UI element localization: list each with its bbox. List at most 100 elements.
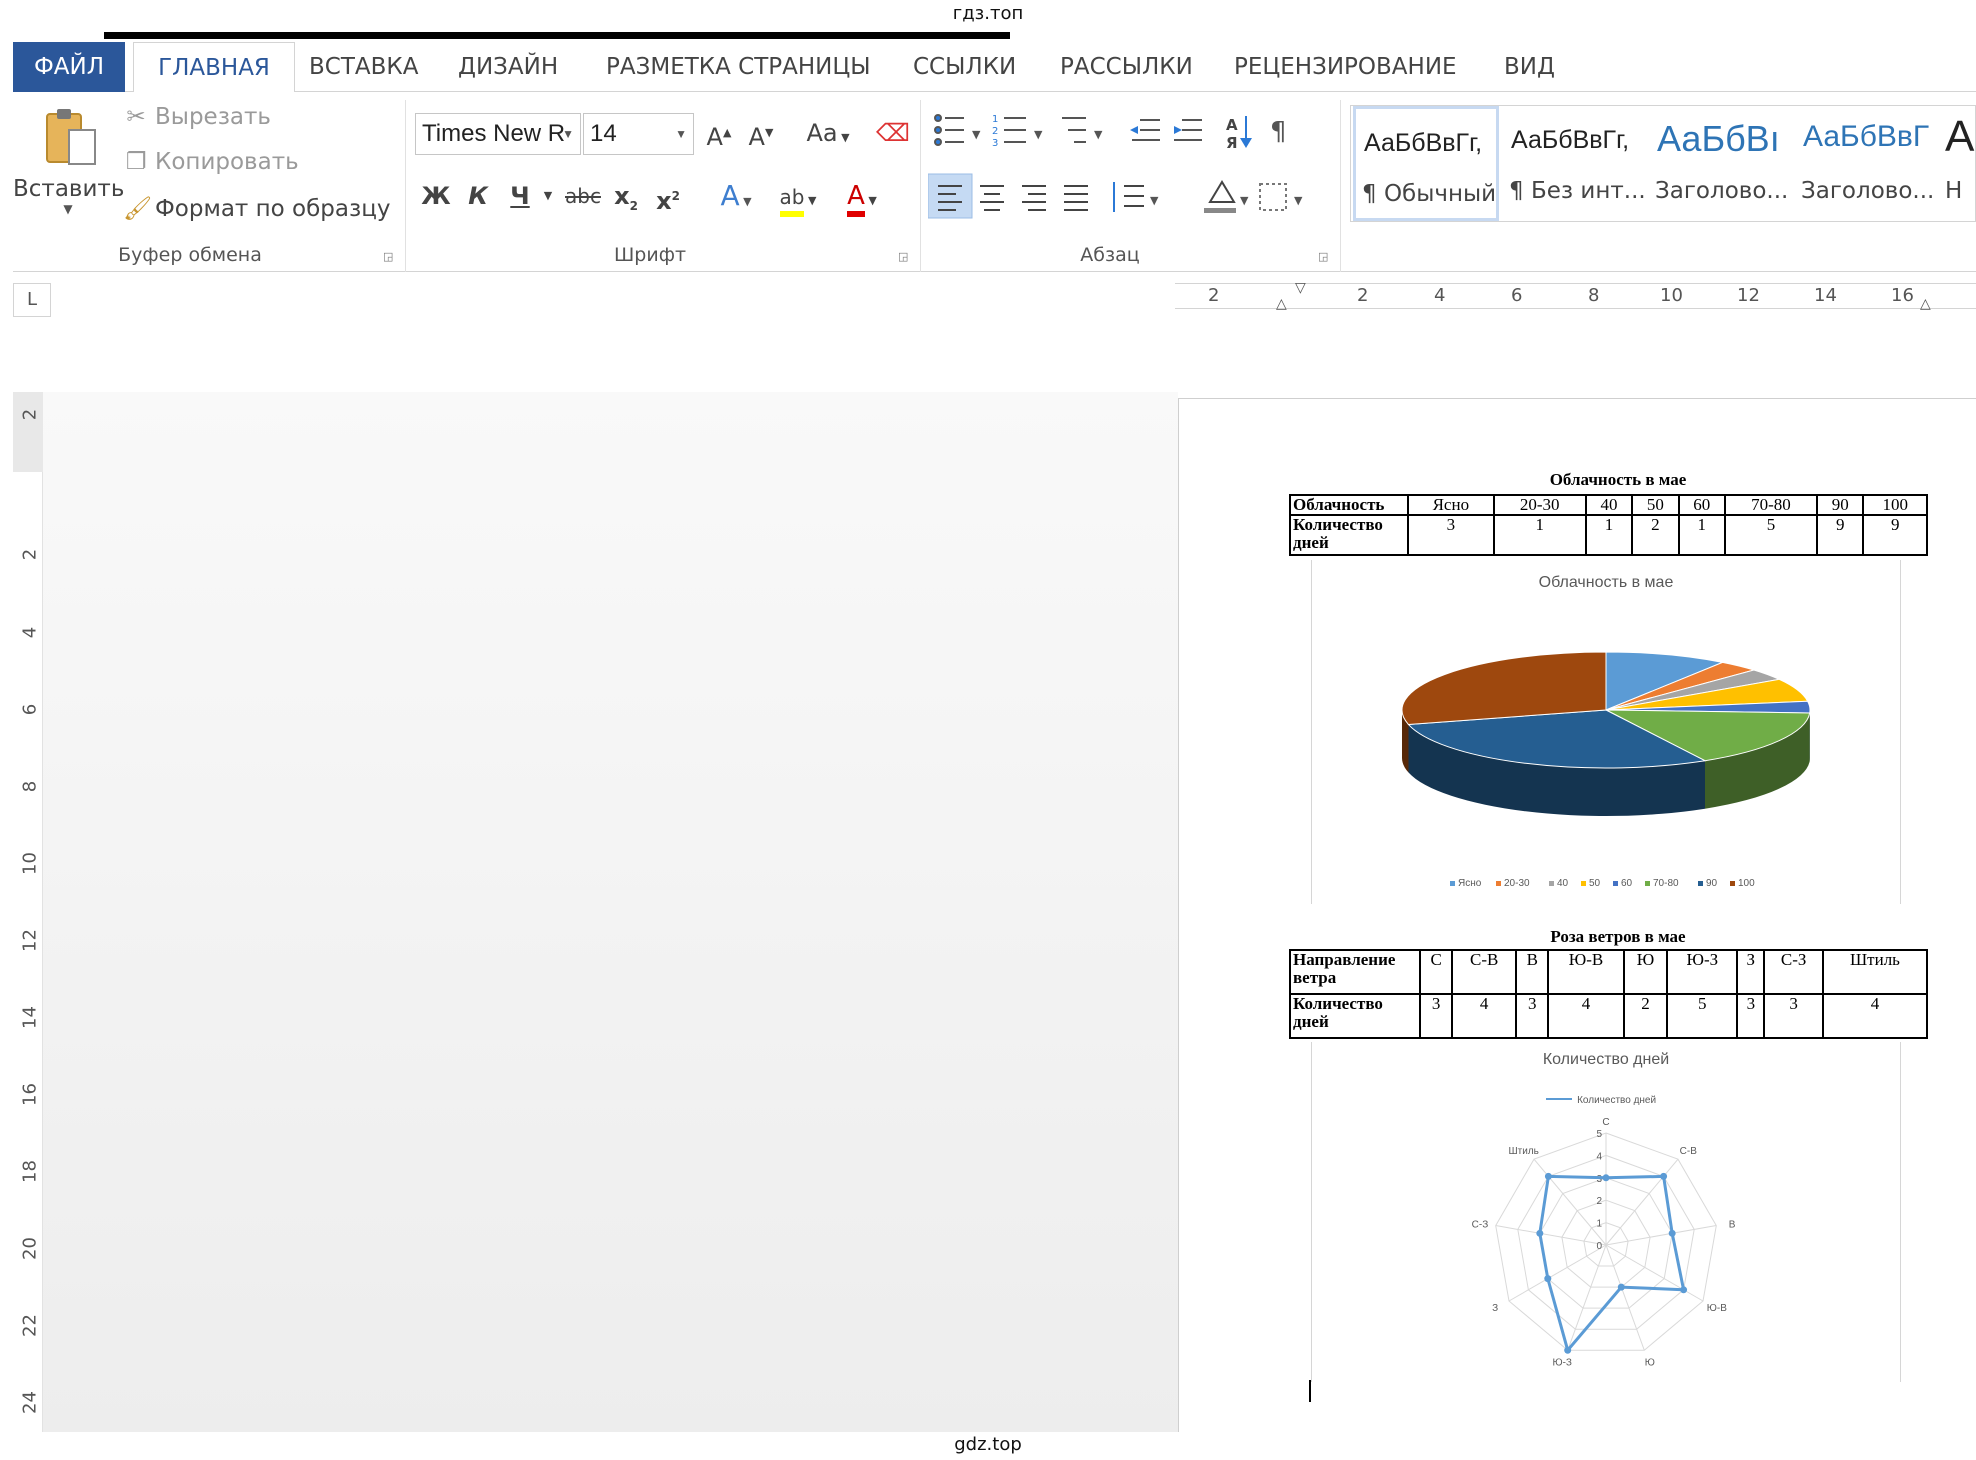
tab-selector[interactable]: L <box>13 283 51 317</box>
tab-references[interactable]: ССЫЛКИ <box>907 42 1022 92</box>
borders-icon[interactable] <box>1259 183 1287 211</box>
tab-file[interactable]: ФАЙЛ <box>13 42 125 92</box>
align-center-icon[interactable] <box>980 185 1004 211</box>
paste-button[interactable]: Вставить ▼ <box>13 102 124 232</box>
radar-tick-label: 2 <box>1596 1196 1602 1207</box>
table-row: Количество дней 3 4 3 4 2 5 3 3 4 <box>1289 993 1929 1039</box>
shading-icon[interactable] <box>1204 180 1236 213</box>
svg-text:▼: ▼ <box>1294 194 1303 207</box>
grow-font-icon: A▲ <box>706 123 732 151</box>
table-cell: Ю <box>1622 949 1669 995</box>
align-left-button[interactable] <box>928 173 973 219</box>
bullets-icon[interactable] <box>934 114 964 146</box>
radar-category-label: С-В <box>1680 1146 1698 1157</box>
radar-point[interactable] <box>1660 1172 1668 1180</box>
radar-point[interactable] <box>1544 1172 1552 1180</box>
ruler-number: 16 <box>19 1083 41 1106</box>
font-launcher-icon[interactable]: ◲ <box>898 250 908 263</box>
font-color-button[interactable]: A ▼ <box>834 176 890 217</box>
first-line-indent-marker[interactable]: ▽ <box>1295 280 1306 296</box>
style-sample: АаБбВвГг, <box>1364 129 1483 157</box>
align-right-icon[interactable] <box>1022 185 1046 211</box>
style-heading-1[interactable]: АаБбВı Заголово... <box>1649 106 1795 221</box>
tab-review[interactable]: РЕЦЕНЗИРОВАНИЕ <box>1228 42 1463 92</box>
tab-page-layout[interactable]: РАЗМЕТКА СТРАНИЦЫ <box>600 42 877 92</box>
line-spacing-icon[interactable] <box>1113 182 1144 212</box>
radar-point[interactable] <box>1602 1174 1610 1182</box>
show-marks-icon[interactable]: ¶ <box>1270 117 1287 147</box>
change-case-button[interactable]: Aa ▼ <box>800 113 856 153</box>
style-normal[interactable]: АаБбВвГг, ¶ Обычный <box>1353 106 1499 221</box>
svg-text:▼: ▼ <box>1034 128 1043 141</box>
top-black-bar <box>104 32 1010 39</box>
grow-font-button[interactable]: A▲ <box>704 113 734 153</box>
font-group-label: Шрифт <box>613 244 687 266</box>
text-effects-button[interactable]: A ▼ <box>710 176 762 216</box>
bold-button[interactable]: Ж <box>420 176 452 216</box>
radar-point[interactable] <box>1668 1229 1676 1237</box>
hanging-indent-marker[interactable]: △ <box>1276 296 1287 312</box>
radar-tick-label: 5 <box>1596 1129 1602 1140</box>
style-name: Н <box>1945 178 1963 204</box>
numbering-icon[interactable]: 1 2 3 <box>992 114 1026 149</box>
copy-icon: ❐ <box>125 149 147 175</box>
tab-mailings[interactable]: РАССЫЛКИ <box>1054 42 1199 92</box>
ruler-number: 14 <box>1814 285 1837 306</box>
highlight-button[interactable]: ab ▼ <box>770 176 826 217</box>
legend-item: 40 <box>1549 878 1568 889</box>
superscript-button[interactable]: x2 <box>652 176 684 216</box>
radar-point[interactable] <box>1544 1275 1552 1283</box>
document-canvas <box>43 392 1178 1432</box>
clear-formatting-button[interactable]: ⌫ <box>876 113 910 153</box>
svg-text:▼: ▼ <box>1094 128 1103 141</box>
tab-home[interactable]: ГЛАВНАЯ <box>133 42 295 93</box>
font-name-combo[interactable]: Times New R ▼ <box>415 113 581 155</box>
radar-category-label: Ю-В <box>1707 1303 1727 1314</box>
radar-axis <box>1495 1225 1607 1246</box>
tab-design[interactable]: ДИЗАЙН <box>452 42 564 92</box>
italic-button[interactable]: К <box>462 176 494 216</box>
multilevel-list-icon[interactable] <box>1062 117 1086 143</box>
tab-view[interactable]: ВИД <box>1498 42 1561 92</box>
shrink-font-button[interactable]: A▼ <box>746 113 776 153</box>
vertical-ruler[interactable]: 2 2 4 6 8 10 12 14 16 18 20 22 24 <box>13 392 43 1432</box>
clipboard-group-label: Буфер обмена <box>118 244 262 266</box>
table-cell: 3 <box>1736 993 1766 1039</box>
cut-button[interactable]: ✂ Вырезать <box>123 104 271 130</box>
increase-indent-icon[interactable] <box>1174 119 1202 141</box>
pie-chart-title: Облачность в мае <box>1538 574 1674 591</box>
ruler-number: 10 <box>19 852 41 875</box>
style-heading-2[interactable]: АаБбВвГ Заголово... <box>1795 106 1941 221</box>
paintbrush-icon: 🖌 <box>123 196 153 222</box>
table-cell: 2 <box>1622 993 1669 1039</box>
justify-icon[interactable] <box>1064 185 1088 211</box>
tab-insert[interactable]: ВСТАВКА <box>303 42 424 92</box>
copy-button[interactable]: ❐ Копировать <box>123 149 299 175</box>
style-no-spacing[interactable]: АаБбВвГг, ¶ Без инт... <box>1503 106 1649 221</box>
style-sample: АаБбВвГг, <box>1511 126 1630 154</box>
subscript-button[interactable]: x2 <box>610 176 642 216</box>
watermark-top: гдз.топ <box>952 3 1024 24</box>
format-painter-button[interactable]: 🖌 Формат по образцу <box>123 195 391 222</box>
decrease-indent-icon[interactable] <box>1130 119 1160 141</box>
chevron-down-icon[interactable]: ▼ <box>538 176 558 216</box>
paragraph-launcher-icon[interactable]: ◲ <box>1318 250 1328 263</box>
radar-point[interactable] <box>1564 1346 1572 1354</box>
svg-text:2: 2 <box>992 126 998 137</box>
radar-point[interactable] <box>1680 1286 1688 1294</box>
legend-line-icon <box>1546 1097 1572 1100</box>
table-cell: 9 <box>1862 514 1928 556</box>
underline-button[interactable]: Ч <box>504 176 536 216</box>
right-indent-marker[interactable]: △ <box>1920 296 1931 312</box>
legend-label: Количество дней <box>1577 1095 1657 1106</box>
strikethrough-button[interactable]: abc <box>562 176 604 216</box>
style-title[interactable]: А Н <box>1941 106 1975 221</box>
underline-label: Ч <box>510 182 530 210</box>
horizontal-ruler[interactable]: 2 2 4 6 8 10 12 14 16 ▽ △ △ <box>1175 280 1976 312</box>
radar-point[interactable] <box>1617 1283 1625 1291</box>
radar-point[interactable] <box>1536 1229 1544 1237</box>
sort-icon[interactable]: А Я <box>1226 116 1252 152</box>
table-cell: 3 <box>1407 514 1495 556</box>
font-size-combo[interactable]: 14 ▼ <box>583 113 694 155</box>
clipboard-launcher-icon[interactable]: ◲ <box>383 250 393 263</box>
